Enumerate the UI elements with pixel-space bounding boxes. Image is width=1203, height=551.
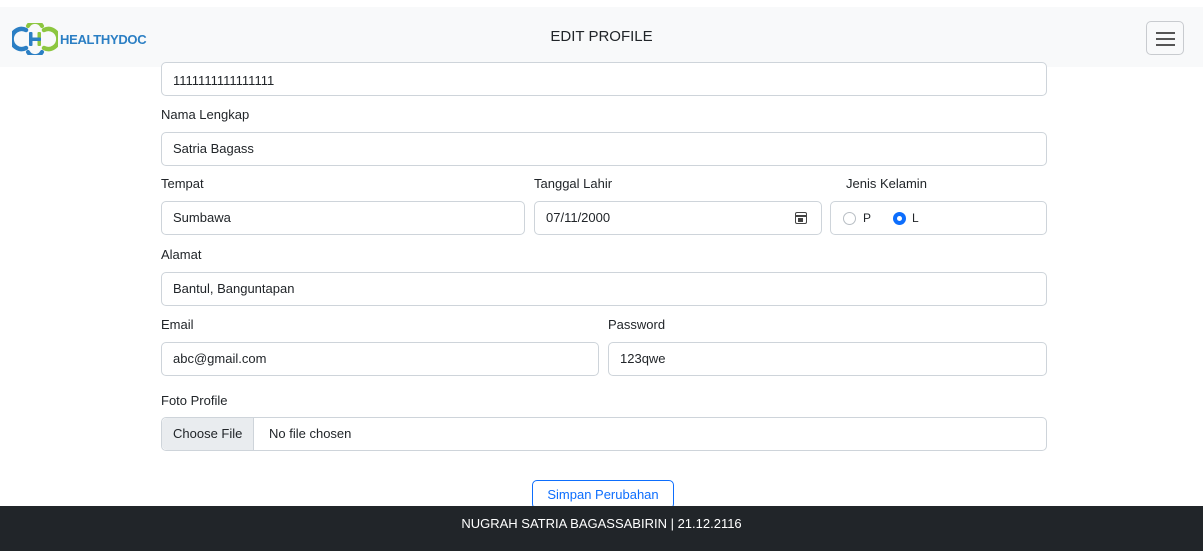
menu-toggle-button[interactable] [1146,21,1184,55]
nama-field[interactable]: Satria Bagass [161,132,1047,166]
jenis-kelamin-label: Jenis Kelamin [846,176,927,191]
gender-label-p: P [863,211,872,225]
footer: NUGRAH SATRIA BAGASSABIRIN | 21.12.2116 [0,506,1203,551]
nama-label: Nama Lengkap [161,107,250,122]
tanggal-lahir-value: 07/11/2000 [546,210,611,225]
hamburger-icon [1156,32,1175,34]
calendar-icon[interactable] [795,212,807,224]
tanggal-lahir-label: Tanggal Lahir [534,176,613,191]
gender-label-l: L [912,211,919,225]
footer-text: NUGRAH SATRIA BAGASSABIRIN | 21.12.2116 [461,516,742,531]
alamat-label: Alamat [161,247,202,262]
gender-radio-p[interactable] [843,212,856,225]
file-status: No file chosen [269,426,352,441]
page-title: EDIT PROFILE [550,28,653,45]
password-label: Password [608,317,666,332]
alamat-field[interactable]: Bantul, Banguntapan [161,272,1047,306]
email-field[interactable]: abc@gmail.com [161,342,599,376]
jenis-kelamin-group: P L [830,201,1047,235]
email-label: Email [161,317,194,332]
navbar: HEALTHYDOC EDIT PROFILE [0,7,1203,67]
choose-file-button[interactable]: Choose File [162,418,255,450]
foto-profile-label: Foto Profile [161,393,228,408]
gender-radio-l[interactable] [893,212,906,225]
tempat-field[interactable]: Sumbawa [161,201,525,235]
foto-profile-input[interactable]: Choose File No file chosen [161,417,1047,451]
tanggal-lahir-field[interactable]: 07/11/2000 [534,201,822,235]
nik-field[interactable]: 1111111111111111 [161,62,1047,96]
tempat-label: Tempat [161,176,204,191]
save-changes-button[interactable]: Simpan Perubahan [532,480,674,509]
password-field[interactable]: 123qwe [608,342,1047,376]
